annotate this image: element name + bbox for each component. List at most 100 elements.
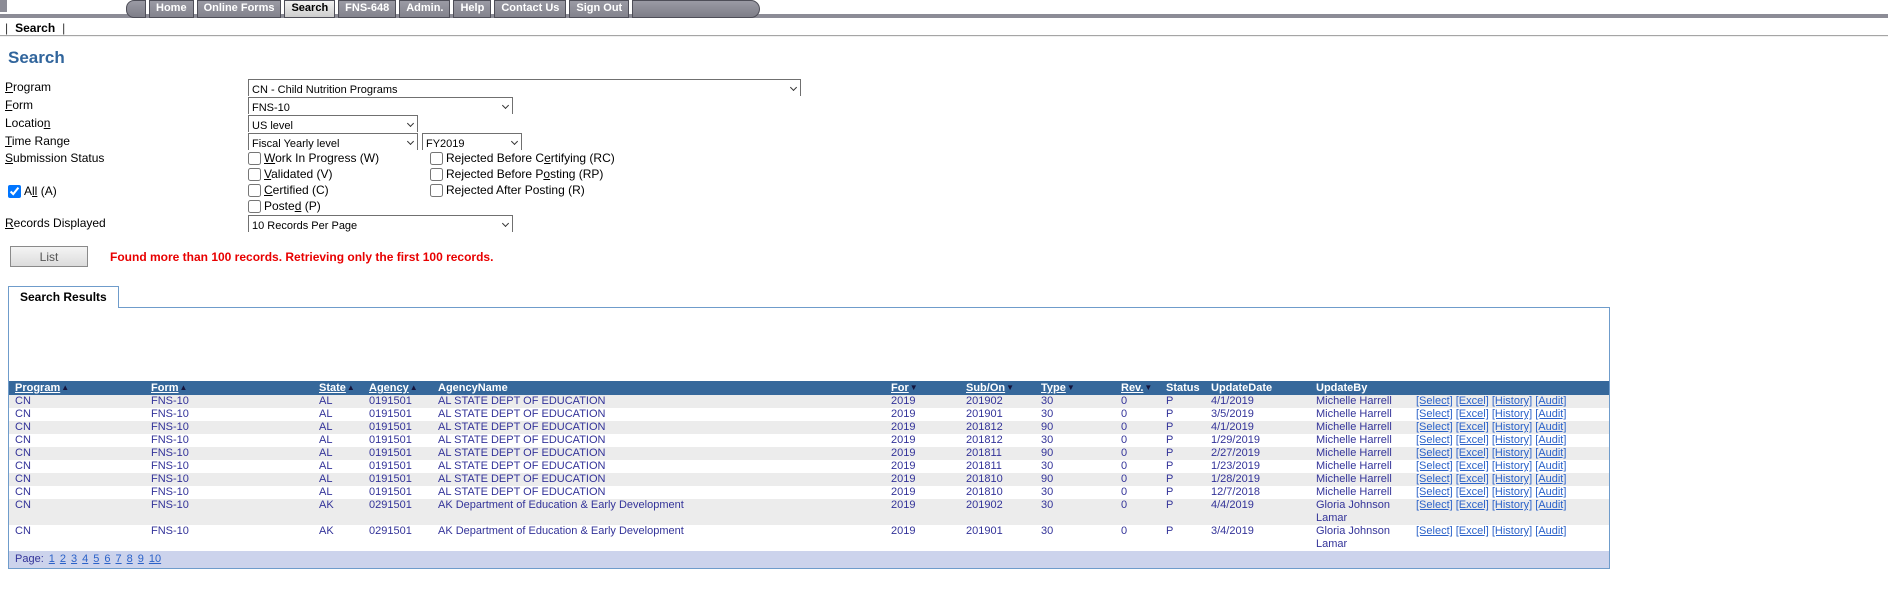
tab-search-results[interactable]: Search Results	[8, 286, 119, 308]
action-select-link[interactable]: [Select]	[1416, 460, 1453, 472]
action-select-link[interactable]: [Select]	[1416, 486, 1453, 498]
page-link[interactable]: 8	[127, 553, 133, 565]
cell-actions: [Select] [Excel] [History] [Audit]	[1410, 434, 1609, 447]
location-row: Location US level	[5, 114, 1888, 132]
action-excel-link[interactable]: [Excel]	[1456, 460, 1489, 472]
cell-status: P	[1160, 408, 1205, 421]
action-audit-link[interactable]: [Audit]	[1535, 395, 1566, 407]
column-sort-link[interactable]: Program	[15, 382, 60, 394]
page-link[interactable]: 10	[149, 553, 161, 565]
action-history-link[interactable]: [History]	[1492, 460, 1532, 472]
action-history-link[interactable]: [History]	[1492, 421, 1532, 433]
action-select-link[interactable]: [Select]	[1416, 434, 1453, 446]
cell-actions: [Select] [Excel] [History] [Audit]	[1410, 525, 1609, 551]
action-excel-link[interactable]: [Excel]	[1456, 421, 1489, 433]
action-select-link[interactable]: [Select]	[1416, 421, 1453, 433]
page-link[interactable]: 3	[71, 553, 77, 565]
action-audit-link[interactable]: [Audit]	[1535, 421, 1566, 433]
page-link[interactable]: 5	[93, 553, 99, 565]
nav-tab-help[interactable]: Help	[453, 0, 491, 18]
action-audit-link[interactable]: [Audit]	[1535, 499, 1566, 511]
nav-tab-online-forms[interactable]: Online Forms	[197, 0, 282, 18]
column-sort-link[interactable]: State	[319, 382, 346, 394]
cell-agency: 0191501	[363, 473, 432, 486]
cell-type: 30	[1035, 460, 1115, 473]
cell-sub-on: 201901	[960, 525, 1035, 551]
status-checkbox[interactable]	[248, 200, 261, 213]
page-link[interactable]: 6	[104, 553, 110, 565]
page-link[interactable]: 2	[60, 553, 66, 565]
action-select-link[interactable]: [Select]	[1416, 408, 1453, 420]
nav-tab-search[interactable]: Search	[284, 0, 335, 18]
cell-program: CN	[9, 434, 145, 447]
program-select[interactable]: CN - Child Nutrition Programs	[249, 82, 800, 97]
records-displayed-select[interactable]: 10 Records Per Page	[249, 218, 512, 233]
status-checkbox[interactable]	[248, 184, 261, 197]
nav-tab-contact-us[interactable]: Contact Us	[494, 0, 566, 18]
action-select-link[interactable]: [Select]	[1416, 473, 1453, 485]
nav-tab-home[interactable]: Home	[149, 0, 194, 18]
action-history-link[interactable]: [History]	[1492, 486, 1532, 498]
location-select[interactable]: US level	[249, 118, 417, 133]
action-excel-link[interactable]: [Excel]	[1456, 525, 1489, 537]
page-link[interactable]: 9	[138, 553, 144, 565]
action-audit-link[interactable]: [Audit]	[1535, 486, 1566, 498]
status-checkbox[interactable]	[248, 168, 261, 181]
action-select-link[interactable]: [Select]	[1416, 395, 1453, 407]
cell-for: 2019	[885, 447, 960, 460]
action-excel-link[interactable]: [Excel]	[1456, 486, 1489, 498]
action-audit-link[interactable]: [Audit]	[1535, 408, 1566, 420]
cell-update-date: 4/1/2019	[1205, 395, 1310, 408]
column-sort-link[interactable]: For	[891, 382, 909, 394]
action-audit-link[interactable]: [Audit]	[1535, 434, 1566, 446]
action-history-link[interactable]: [History]	[1492, 473, 1532, 485]
nav-tab-fns-648[interactable]: FNS-648	[338, 0, 396, 18]
status-checkbox[interactable]	[248, 152, 261, 165]
nav-tab-sign-out[interactable]: Sign Out	[569, 0, 629, 18]
status-checkbox[interactable]	[430, 168, 443, 181]
action-excel-link[interactable]: [Excel]	[1456, 473, 1489, 485]
cell-state: AK	[313, 525, 363, 551]
action-audit-link[interactable]: [Audit]	[1535, 473, 1566, 485]
action-select-link[interactable]: [Select]	[1416, 447, 1453, 459]
action-select-link[interactable]: [Select]	[1416, 499, 1453, 511]
page-link[interactable]: 4	[82, 553, 88, 565]
time-range-year-select[interactable]: FY2019	[423, 136, 521, 151]
status-checkbox[interactable]	[430, 184, 443, 197]
column-header: Program▲	[9, 381, 145, 395]
column-sort-link[interactable]: Rev.	[1121, 382, 1143, 394]
list-button[interactable]: List	[10, 246, 88, 267]
action-excel-link[interactable]: [Excel]	[1456, 447, 1489, 459]
time-range-level-select[interactable]: Fiscal Yearly level	[249, 136, 417, 151]
cell-agency-name: AL STATE DEPT OF EDUCATION	[432, 486, 885, 499]
action-excel-link[interactable]: [Excel]	[1456, 395, 1489, 407]
action-excel-link[interactable]: [Excel]	[1456, 499, 1489, 511]
form-select[interactable]: FNS-10	[249, 100, 512, 115]
action-audit-link[interactable]: [Audit]	[1535, 460, 1566, 472]
action-history-link[interactable]: [History]	[1492, 447, 1532, 459]
action-history-link[interactable]: [History]	[1492, 434, 1532, 446]
status-checkbox-item: Certified (C)	[248, 182, 430, 198]
search-form: Program CN - Child Nutrition Programs Fo…	[5, 78, 1888, 232]
cell-type: 30	[1035, 499, 1115, 525]
action-excel-link[interactable]: [Excel]	[1456, 434, 1489, 446]
action-excel-link[interactable]: [Excel]	[1456, 408, 1489, 420]
page-link[interactable]: 7	[116, 553, 122, 565]
column-sort-link[interactable]: Agency	[369, 382, 409, 394]
action-history-link[interactable]: [History]	[1492, 499, 1532, 511]
action-select-link[interactable]: [Select]	[1416, 525, 1453, 537]
action-audit-link[interactable]: [Audit]	[1535, 447, 1566, 459]
action-audit-link[interactable]: [Audit]	[1535, 525, 1566, 537]
all-status-checkbox[interactable]	[8, 185, 21, 198]
column-sort-link[interactable]: Type	[1041, 382, 1066, 394]
column-sort-link[interactable]: Form	[151, 382, 179, 394]
page-link[interactable]: 1	[49, 553, 55, 565]
column-sort-link[interactable]: Sub/On	[966, 382, 1005, 394]
form-row: Form FNS-10	[5, 96, 1888, 114]
status-checkbox[interactable]	[430, 152, 443, 165]
action-history-link[interactable]: [History]	[1492, 395, 1532, 407]
action-history-link[interactable]: [History]	[1492, 408, 1532, 420]
nav-tab-admin[interactable]: Admin.	[399, 0, 450, 18]
column-header: Agency▲	[363, 381, 432, 395]
action-history-link[interactable]: [History]	[1492, 525, 1532, 537]
